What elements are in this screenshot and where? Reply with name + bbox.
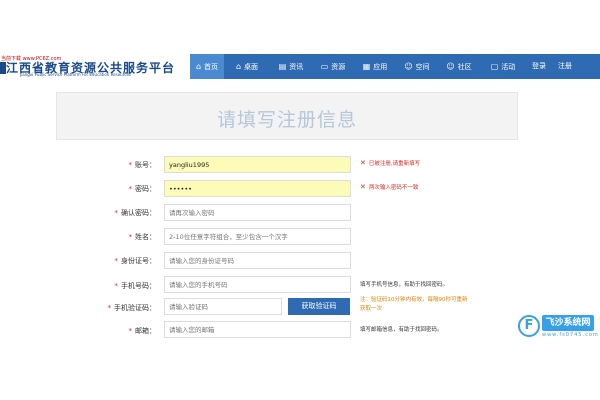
required-mark: * xyxy=(128,185,133,193)
community-icon: ☺ xyxy=(446,62,455,71)
phone-label: * 手机号码： xyxy=(114,282,157,290)
nav-item-apps[interactable]: ▦ 应用 xyxy=(356,54,394,79)
logo-subtitle: Jiangxi Public Service Platform For Educ… xyxy=(20,72,132,77)
nav-label: 资源 xyxy=(331,62,346,71)
home-icon: ⌂ xyxy=(195,62,202,71)
watermark-text: 飞沙系统网 xyxy=(542,315,594,331)
form-banner: 请填写注册信息 xyxy=(56,92,518,140)
get-code-button[interactable]: 获取验证码 xyxy=(288,298,350,315)
required-mark: * xyxy=(128,233,133,241)
phone-input[interactable] xyxy=(164,276,351,293)
password-label: * 密码： xyxy=(128,185,157,193)
news-icon: ▤ xyxy=(278,62,287,71)
desktop-icon: ⌂ xyxy=(235,62,242,71)
nav-item-community[interactable]: ☺ 社区 xyxy=(440,54,478,79)
required-mark: * xyxy=(114,257,119,265)
error-icon: ✕ xyxy=(360,159,366,167)
nav-label: 应用 xyxy=(373,62,388,71)
registration-page: 当前下载 www.PC6Z.com 江西省教育资源公共服务平台 Jiangxi … xyxy=(0,0,600,400)
required-mark: * xyxy=(128,161,133,169)
site-watermark: F 飞沙系统网 www.fs0745.com xyxy=(518,313,599,341)
login-link[interactable]: 登录 xyxy=(532,54,546,79)
error-icon: ✕ xyxy=(360,183,366,191)
apps-icon: ▦ xyxy=(362,62,371,71)
user-icon: ☺ xyxy=(404,62,413,71)
sms-hint: 注：验证码10分钟内有效，每隔90秒可重新获取一次 xyxy=(360,297,468,312)
nav-item-home[interactable]: ⌂ 首页 xyxy=(190,54,224,79)
account-error: ✕ 已被注册,请重新填写 xyxy=(360,159,421,167)
nav-item-resources[interactable]: ▭ 资源 xyxy=(314,54,352,79)
idcard-label: * 身份证号： xyxy=(114,257,157,265)
required-mark: * xyxy=(114,282,119,290)
nav-label: 资讯 xyxy=(289,62,304,71)
sms-code-input[interactable] xyxy=(164,298,282,315)
required-mark: * xyxy=(114,209,119,217)
password-error: ✕ 两次输入密码不一致 xyxy=(360,183,419,191)
page-title: 请填写注册信息 xyxy=(216,109,357,131)
nav-item-space[interactable]: ☺ 空间 xyxy=(398,54,436,79)
email-label: * 邮箱： xyxy=(128,327,157,335)
watermark-url: www.fs0745.com xyxy=(542,332,599,338)
folder-icon: ▭ xyxy=(320,62,329,71)
right-margin xyxy=(530,79,600,345)
account-label: * 账号： xyxy=(128,161,157,169)
nav-item-news[interactable]: ▤ 资讯 xyxy=(272,54,310,79)
password-input[interactable] xyxy=(164,180,351,197)
nav-label: 空间 xyxy=(415,62,430,71)
nav-item-activity[interactable]: ▢ 活动 xyxy=(484,54,522,79)
required-mark: * xyxy=(128,327,133,335)
name-input[interactable] xyxy=(164,228,351,245)
chat-icon: ▢ xyxy=(490,62,499,71)
email-input[interactable] xyxy=(164,321,351,338)
nav-item-desktop[interactable]: ⌂ 桌面 xyxy=(228,54,266,79)
nav-label: 活动 xyxy=(501,62,516,71)
name-label: * 姓名： xyxy=(128,233,157,241)
phone-hint: 填写手机号信息，有助于找回密码。 xyxy=(360,282,449,288)
nav-label: 社区 xyxy=(457,62,472,71)
idcard-input[interactable] xyxy=(164,252,351,269)
nav-label: 桌面 xyxy=(244,62,259,71)
site-logo[interactable]: 当前下载 www.PC6Z.com 江西省教育资源公共服务平台 Jiangxi … xyxy=(0,54,200,79)
email-hint: 填写邮箱信息，有助于找回密码。 xyxy=(360,327,443,333)
nav-label: 首页 xyxy=(204,62,219,71)
required-mark: * xyxy=(107,304,112,312)
sms-code-label: * 手机验证码： xyxy=(107,304,157,312)
register-link[interactable]: 注册 xyxy=(558,54,572,79)
account-input[interactable] xyxy=(164,156,351,173)
watermark-logo-icon: F xyxy=(518,315,540,337)
confirm-password-label: * 确认密码： xyxy=(114,209,157,217)
confirm-password-input[interactable] xyxy=(164,204,351,221)
